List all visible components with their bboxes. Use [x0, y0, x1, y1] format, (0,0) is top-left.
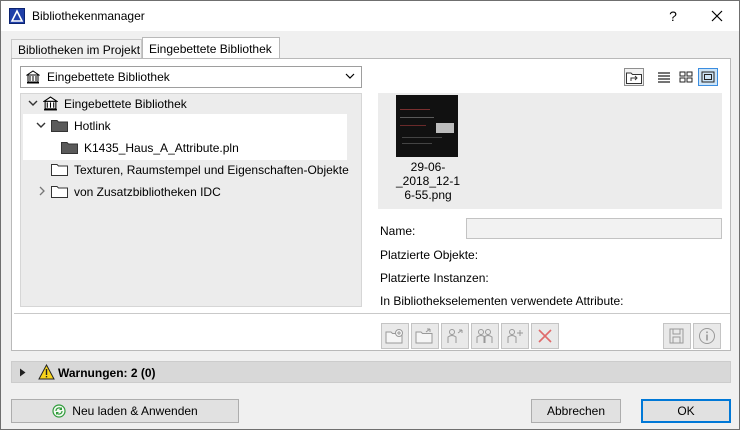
info-icon — [699, 328, 715, 344]
placed-instances-label: Platzierte Instanzen: — [380, 271, 489, 285]
name-field — [466, 218, 722, 239]
folder-icon — [51, 164, 68, 176]
file-name-line: 6-55.png — [404, 188, 452, 202]
folder-icon — [51, 186, 68, 198]
save-icon — [669, 328, 684, 344]
expanded-chevron-icon — [36, 122, 46, 128]
tree-item-label: K1435_Haus_A_Attribute.pln — [84, 141, 239, 155]
person-add-icon — [507, 329, 523, 343]
add-object-button[interactable] — [501, 323, 529, 349]
delete-button[interactable] — [531, 323, 559, 349]
chevron-down-icon — [345, 73, 355, 79]
parent-folder-button[interactable] — [624, 68, 644, 86]
large-preview-icon — [701, 71, 715, 83]
list-view-button[interactable] — [654, 68, 674, 86]
delete-x-icon — [538, 329, 552, 343]
cancel-label: Abbrechen — [546, 404, 606, 418]
reload-apply-button[interactable]: Neu laden & Anwenden — [11, 399, 239, 423]
replace-object-button[interactable] — [441, 323, 469, 349]
file-name-line: 29-06-_2018_12-1 — [395, 160, 461, 188]
tree-item-label: von Zusatzbibliotheken IDC — [74, 185, 221, 199]
people-icon — [476, 329, 493, 343]
preview-area: 29-06-_2018_12-1 6-55.png — [378, 93, 722, 209]
reload-apply-label: Neu laden & Anwenden — [72, 404, 198, 418]
folder-add-icon — [385, 329, 403, 344]
expanded-chevron-icon — [28, 100, 38, 106]
person-arrow-icon — [447, 329, 463, 343]
tree-item-zusatzbibliotheken[interactable]: von Zusatzbibliotheken IDC — [21, 182, 361, 202]
import-folder-button[interactable] — [411, 323, 439, 349]
warning-icon — [38, 364, 55, 380]
library-tree: Eingebettete Bibliothek Hotlink K1435_Ha… — [20, 93, 362, 307]
used-attributes-label: In Bibliothekselementen verwendete Attri… — [380, 294, 624, 308]
cancel-button[interactable]: Abbrechen — [531, 399, 621, 423]
tree-item-label: Texturen, Raumstempel und Eigenschaften-… — [74, 163, 349, 177]
placed-objects-label: Platzierte Objekte: — [380, 248, 479, 262]
thumbnail-file-name: 29-06-_2018_12-1 6-55.png — [382, 160, 474, 202]
folder-import-icon — [415, 328, 433, 344]
tree-item-hotlink[interactable]: Hotlink — [21, 116, 347, 136]
help-icon: ? — [669, 8, 677, 24]
tab-label: Bibliotheken im Projekt — [18, 43, 141, 57]
title-bar: Bibliothekenmanager ? — [1, 1, 739, 31]
library-building-icon — [26, 70, 40, 84]
folder-up-icon — [626, 72, 642, 84]
name-label: Name: — [380, 224, 416, 238]
tree-item-label: Eingebettete Bibliothek — [64, 97, 187, 111]
large-preview-button[interactable] — [698, 68, 718, 86]
grid-view-button[interactable] — [676, 68, 696, 86]
folder-dark-icon — [51, 120, 68, 132]
ok-button[interactable]: OK — [641, 399, 731, 423]
close-icon — [711, 10, 723, 22]
duplicate-object-button[interactable] — [471, 323, 499, 349]
reload-icon — [52, 404, 66, 418]
tree-item-eingebettete-bibliothek[interactable]: Eingebettete Bibliothek — [21, 94, 361, 114]
tab-content-panel: Eingebettete Bibliothek Eingebettete Bib… — [11, 58, 731, 351]
archicad-app-icon — [9, 8, 25, 24]
close-button[interactable] — [695, 1, 739, 31]
tab-eingebettete-bibliothek[interactable]: Eingebettete Bibliothek — [142, 37, 280, 60]
warnings-bar[interactable]: Warnungen: 2 (0) — [11, 361, 731, 383]
add-file-button[interactable] — [381, 323, 409, 349]
library-manager-dialog: Bibliothekenmanager ? Bibliotheken im Pr… — [0, 0, 740, 430]
tab-label: Eingebettete Bibliothek — [149, 42, 272, 56]
divider — [14, 313, 730, 314]
help-button[interactable]: ? — [651, 1, 695, 31]
folder-dark-icon — [61, 142, 78, 154]
tree-item-label: Hotlink — [74, 119, 111, 133]
window-title: Bibliothekenmanager — [32, 9, 145, 23]
tree-item-texturen[interactable]: Texturen, Raumstempel und Eigenschaften-… — [21, 160, 361, 180]
warnings-label: Warnungen: 2 (0) — [58, 366, 156, 380]
tab-bibliotheken-im-projekt[interactable]: Bibliotheken im Projekt — [11, 39, 142, 59]
collapsed-triangle-icon — [20, 368, 26, 377]
library-select-dropdown[interactable]: Eingebettete Bibliothek — [20, 66, 362, 88]
library-select-value: Eingebettete Bibliothek — [47, 70, 170, 84]
ok-label: OK — [677, 404, 695, 418]
collapsed-chevron-icon[interactable] — [37, 186, 47, 196]
save-button[interactable] — [663, 323, 691, 349]
list-view-icon — [658, 72, 670, 83]
grid-view-icon — [679, 71, 693, 83]
image-thumbnail[interactable] — [396, 95, 458, 157]
info-button[interactable] — [693, 323, 721, 349]
tree-item-k1435-haus-a[interactable]: K1435_Haus_A_Attribute.pln — [21, 138, 347, 158]
library-building-icon — [43, 96, 58, 111]
screenshot-thumbnail-image — [396, 95, 458, 157]
